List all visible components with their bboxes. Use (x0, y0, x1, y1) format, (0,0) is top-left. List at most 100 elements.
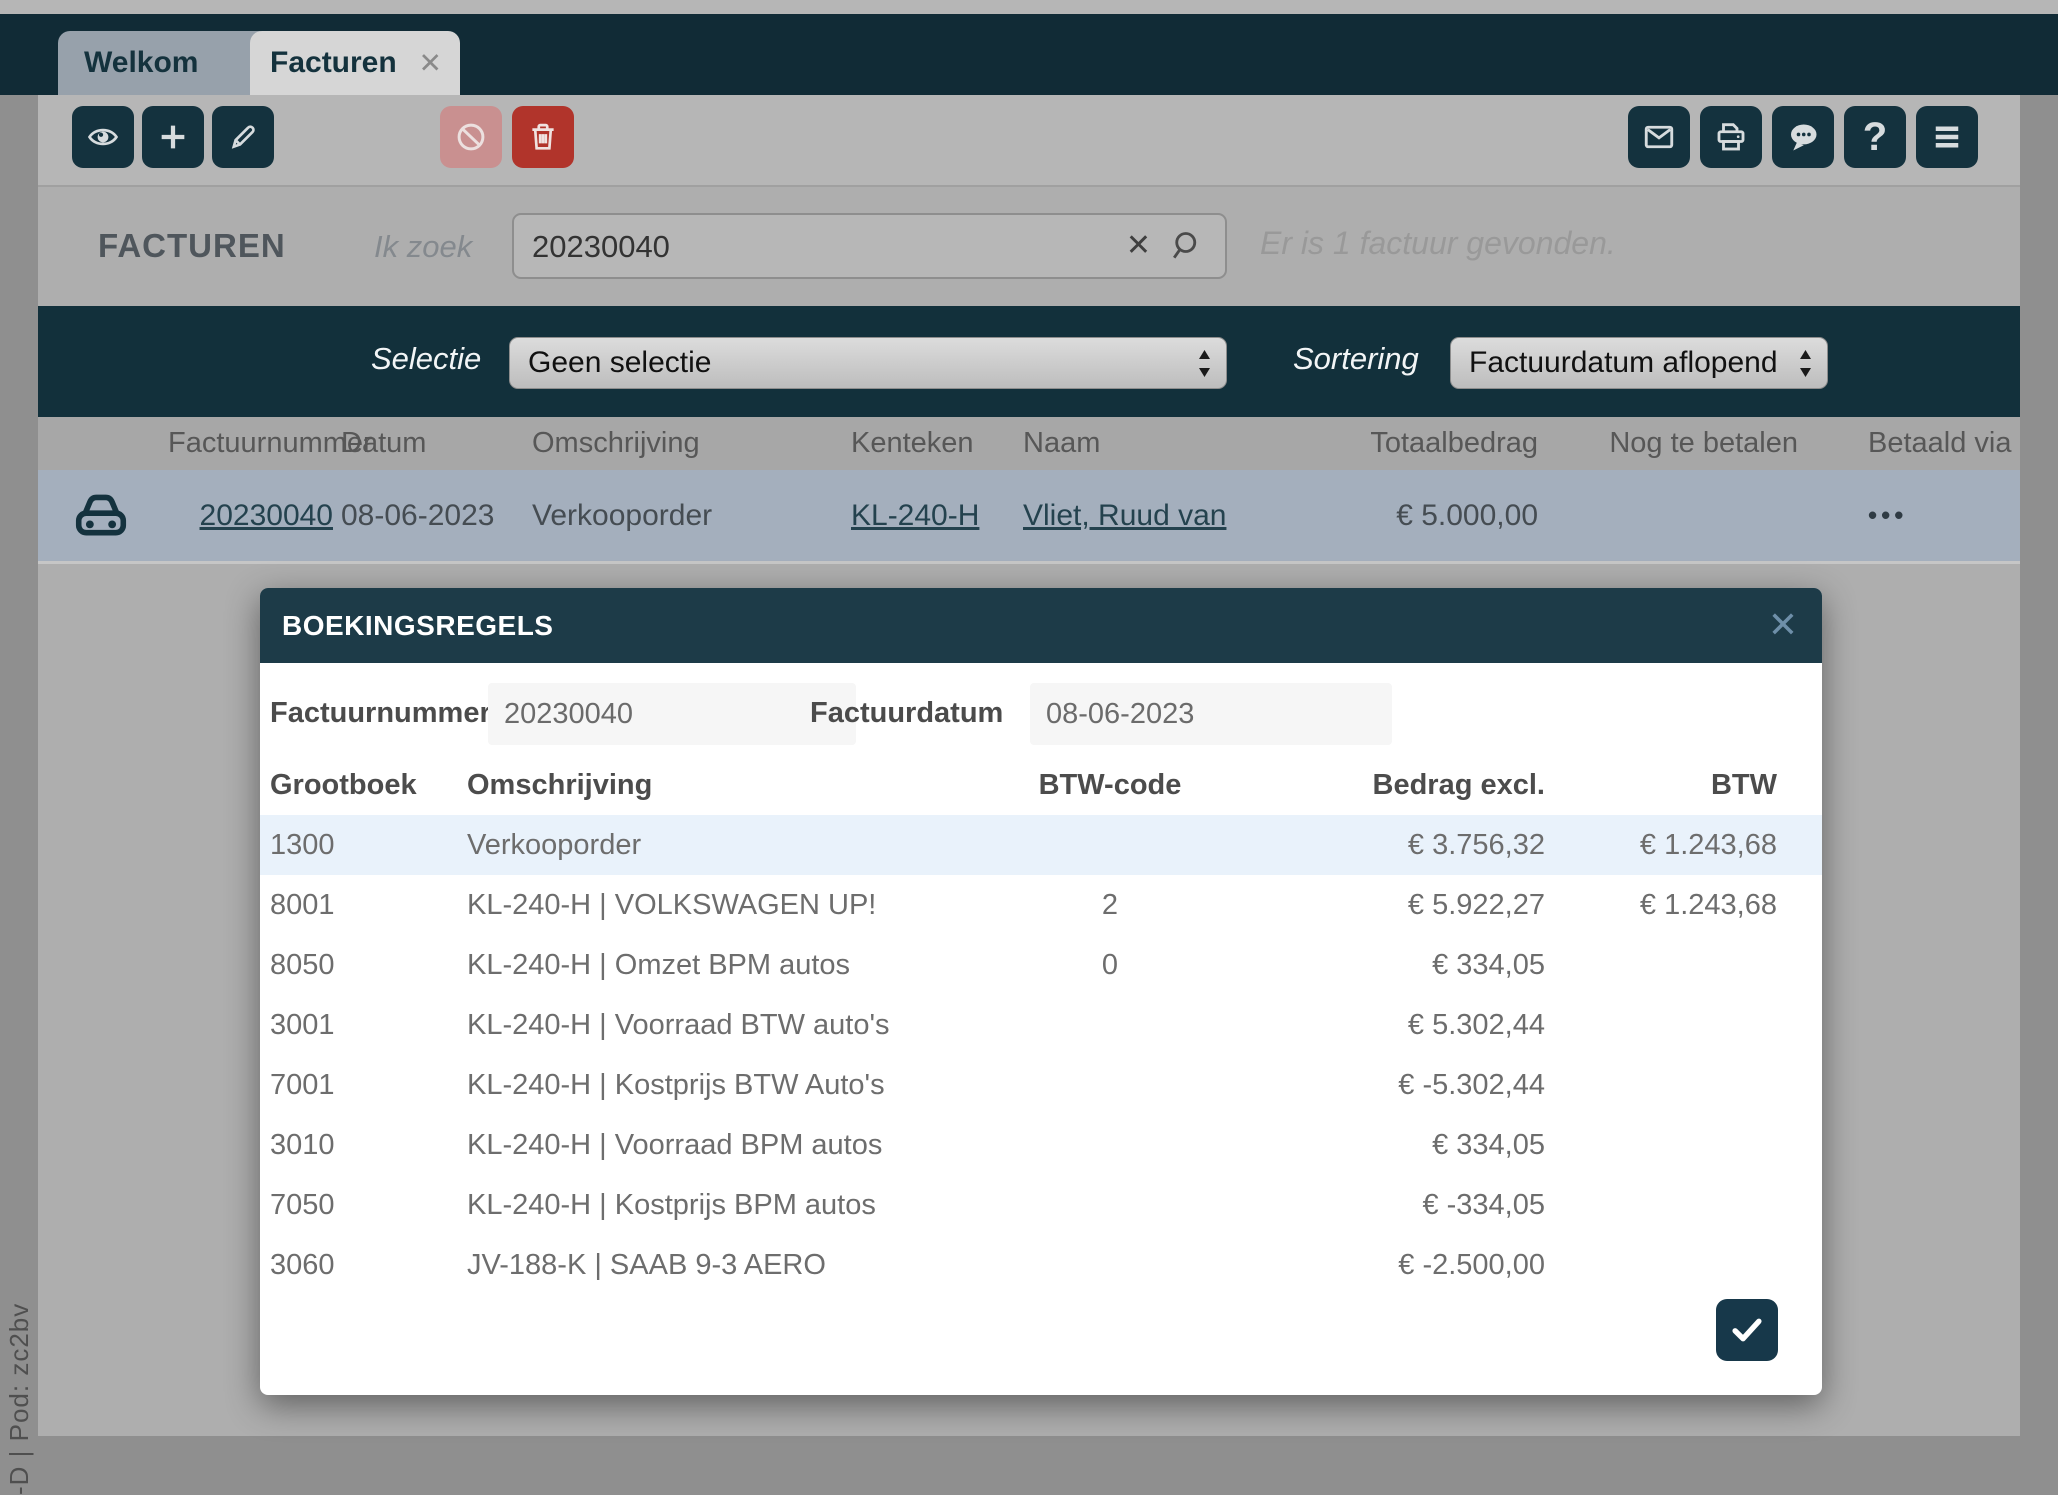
sortering-label: Sortering (1293, 341, 1419, 377)
delete-button[interactable] (512, 106, 574, 168)
page-title: FACTUREN (98, 227, 286, 265)
search-result-text: Er is 1 factuur gevonden. (1260, 225, 1616, 262)
invoice-total: € 5.000,00 (1343, 499, 1538, 533)
window-top-strip (0, 0, 2058, 14)
col-omschrijving[interactable]: Omschrijving (513, 427, 843, 460)
bedrag-cell: € -2.500,00 (1398, 1235, 1545, 1295)
selectie-value: Geen selectie (528, 346, 711, 380)
select-arrows-icon (1197, 348, 1212, 387)
bedrag-cell: € 334,05 (1432, 935, 1545, 995)
omschrijving-cell: KL-240-H | Kostprijs BTW Auto's (467, 1055, 885, 1115)
modal-close-icon[interactable]: ✕ (1768, 604, 1798, 646)
col-btw: BTW (1711, 763, 1777, 807)
search-row: FACTUREN Ik zoek ✕ Er is 1 factuur gevon… (38, 185, 2020, 308)
factuurdatum-field[interactable]: 08-06-2023 (1030, 683, 1392, 745)
grootboek-cell: 3010 (270, 1115, 335, 1175)
print-button[interactable] (1700, 106, 1762, 168)
booking-row[interactable]: 8050 KL-240-H | Omzet BPM autos 0 € 334,… (260, 935, 1822, 995)
toolbar: ? (38, 95, 2020, 185)
titlebar: Welkom Facturen ✕ (0, 14, 2058, 95)
plus-icon (156, 120, 190, 154)
search-input[interactable] (530, 215, 1094, 279)
tab-close-icon[interactable]: ✕ (419, 47, 442, 80)
col-btw-code: BTW-code (960, 763, 1260, 807)
booking-row[interactable]: 8001 KL-240-H | VOLKSWAGEN UP! 2 € 5.922… (260, 875, 1822, 935)
booking-row[interactable]: 7050 KL-240-H | Kostprijs BPM autos € -3… (260, 1175, 1822, 1235)
trash-icon (526, 120, 560, 154)
bedrag-cell: € 5.922,27 (1408, 875, 1545, 935)
booking-row[interactable]: 3001 KL-240-H | Voorraad BTW auto's € 5.… (260, 995, 1822, 1055)
clear-search-icon[interactable]: ✕ (1126, 228, 1151, 263)
view-button[interactable] (72, 106, 134, 168)
booking-row[interactable]: 3010 KL-240-H | Voorraad BPM autos € 334… (260, 1115, 1822, 1175)
pencil-icon (226, 120, 260, 154)
bedrag-cell: € 5.302,44 (1408, 995, 1545, 1055)
tab-welkom-label: Welkom (84, 46, 198, 80)
factuurnummer-value: 20230040 (504, 698, 633, 731)
boekingsregels-modal: BOEKINGSREGELS ✕ Factuurnummer 20230040 … (260, 588, 1822, 1395)
invoice-row[interactable]: 20230040 08-06-2023 Verkooporder KL-240-… (38, 470, 2020, 564)
col-datum[interactable]: Datum (333, 427, 513, 460)
filter-bar: Selectie Geen selectie Sortering Factuur… (38, 306, 2020, 417)
grootboek-cell: 3001 (270, 995, 335, 1055)
factuurdatum-label: Factuurdatum (810, 697, 1003, 730)
bedrag-cell: € -334,05 (1422, 1175, 1545, 1235)
mail-button[interactable] (1628, 106, 1690, 168)
help-button[interactable]: ? (1844, 106, 1906, 168)
factuurnummer-label: Factuurnummer (270, 697, 491, 730)
col-bedrag-excl: Bedrag excl. (1373, 763, 1545, 807)
sortering-value: Factuurdatum aflopend (1469, 346, 1778, 380)
mail-icon (1641, 119, 1677, 155)
btw-cell: € 1.243,68 (1640, 875, 1777, 935)
invoice-date: 08-06-2023 (333, 499, 513, 533)
bedrag-cell: € -5.302,44 (1398, 1055, 1545, 1115)
menu-button[interactable] (1916, 106, 1978, 168)
block-icon (454, 120, 488, 154)
col-kenteken[interactable]: Kenteken (843, 427, 1023, 460)
col-factuurnummer[interactable]: Factuurnummer (168, 427, 333, 460)
invoice-number-link[interactable]: 20230040 (168, 499, 333, 533)
omschrijving-cell: KL-240-H | Omzet BPM autos (467, 935, 850, 995)
bedrag-cell: € 3.756,32 (1408, 815, 1545, 875)
selectie-select[interactable]: Geen selectie (509, 337, 1227, 389)
grootboek-cell: 7050 (270, 1175, 335, 1235)
modal-table-header: Grootboek Omschrijving BTW-code Bedrag e… (260, 763, 1822, 807)
omschrijving-cell: KL-240-H | Kostprijs BPM autos (467, 1175, 876, 1235)
confirm-button[interactable] (1716, 1299, 1778, 1361)
col-betaald-via[interactable]: Betaald via (1808, 427, 2020, 460)
add-button[interactable] (142, 106, 204, 168)
question-icon: ? (1863, 117, 1887, 157)
invoice-table-header: Factuurnummer Datum Omschrijving Kenteke… (38, 417, 2020, 470)
chat-icon (1785, 119, 1821, 155)
booking-row[interactable]: 7001 KL-240-H | Kostprijs BTW Auto's € -… (260, 1055, 1822, 1115)
col-nog-te-betalen[interactable]: Nog te betalen (1538, 427, 1808, 460)
pod-label: -D | Pod: zc2bv (4, 1155, 35, 1495)
btw-cell: € 1.243,68 (1640, 815, 1777, 875)
select-arrows-icon (1798, 348, 1813, 387)
check-icon (1728, 1311, 1766, 1349)
edit-button[interactable] (212, 106, 274, 168)
tab-facturen[interactable]: Facturen ✕ (250, 31, 460, 95)
search-icon[interactable] (1167, 228, 1203, 271)
col-naam[interactable]: Naam (1023, 427, 1343, 460)
tab-welkom[interactable]: Welkom (58, 31, 272, 95)
eye-icon (86, 120, 120, 154)
chat-button[interactable] (1772, 106, 1834, 168)
col-totaalbedrag[interactable]: Totaalbedrag (1343, 427, 1538, 460)
customer-name-link[interactable]: Vliet, Ruud van (1023, 499, 1226, 532)
tab-facturen-label: Facturen (270, 46, 397, 80)
search-box: ✕ (512, 213, 1227, 279)
col-grootboek: Grootboek (270, 763, 417, 807)
paid-via-menu[interactable]: ••• (1808, 500, 2020, 531)
factuurnummer-field[interactable]: 20230040 (488, 683, 856, 745)
grootboek-cell: 3060 (270, 1235, 335, 1295)
bedrag-cell: € 334,05 (1432, 1115, 1545, 1175)
sortering-select[interactable]: Factuurdatum aflopend (1450, 337, 1828, 389)
block-button (440, 106, 502, 168)
license-plate-link[interactable]: KL-240-H (851, 499, 979, 532)
omschrijving-cell: KL-240-H | VOLKSWAGEN UP! (467, 875, 876, 935)
booking-row[interactable]: 3060 JV-188-K | SAAB 9-3 AERO € -2.500,0… (260, 1235, 1822, 1295)
search-label: Ik zoek (374, 229, 472, 265)
selectie-label: Selectie (371, 341, 481, 377)
booking-row[interactable]: 1300 Verkooporder € 3.756,32 € 1.243,68 (260, 815, 1822, 875)
